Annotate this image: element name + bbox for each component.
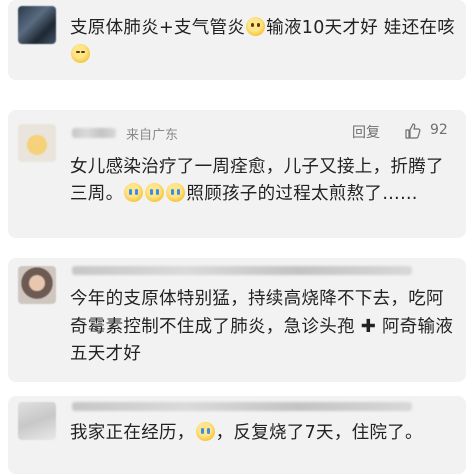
- comment-text-part: ，反复烧了7天，住院了。: [215, 423, 423, 443]
- avatar[interactable]: [18, 6, 56, 44]
- like-count: 92: [430, 122, 448, 138]
- comment-text-part: 照顾孩子的过程太煎熬了……: [186, 184, 418, 204]
- crying-face-icon: [124, 183, 144, 202]
- crying-face-icon: [166, 183, 186, 202]
- heavy-plus-icon: ✚: [360, 316, 377, 337]
- comment-card: 今年的支原体特别猛，持续高烧降不下去，吃阿奇霉素控制不住成了肺炎，急诊头孢 ✚ …: [8, 258, 466, 382]
- avatar[interactable]: [18, 266, 56, 304]
- reply-button[interactable]: 回复: [352, 122, 380, 142]
- username-blurred[interactable]: [72, 402, 412, 411]
- thumbs-up-icon[interactable]: [404, 122, 422, 140]
- dizzy-face-icon: [246, 17, 266, 36]
- comment-text-part: 支原体肺炎+支气管炎: [70, 18, 246, 38]
- username-blurred[interactable]: [72, 266, 412, 275]
- comment-text: 支原体肺炎+支气管炎 输液10天才好 娃还在咳: [70, 15, 456, 69]
- comment-text-part: 我家正在经历，: [70, 423, 195, 443]
- comment-card: 支原体肺炎+支气管炎 输液10天才好 娃还在咳: [8, 0, 466, 80]
- avatar[interactable]: [18, 402, 56, 440]
- crying-face-icon: [145, 183, 165, 202]
- comment-text: 今年的支原体特别猛，持续高烧降不下去，吃阿奇霉素控制不住成了肺炎，急诊头孢 ✚ …: [70, 286, 456, 368]
- comment-card: 来自广东 回复 92 女儿感染治疗了一周痊愈，儿子又接上，折腾了三周。 照顾孩子的…: [8, 110, 466, 238]
- avatar[interactable]: [18, 124, 56, 162]
- username-blurred[interactable]: [72, 128, 116, 138]
- comment-card: 我家正在经历， ，反复烧了7天，住院了。: [8, 396, 466, 474]
- expressionless-face-icon: [71, 44, 90, 63]
- comment-source: 来自广东: [126, 128, 179, 143]
- comment-text: 女儿感染治疗了一周痊愈，儿子又接上，折腾了三周。 照顾孩子的过程太煎熬了……: [70, 154, 456, 208]
- loudly-crying-face-icon: [195, 422, 215, 441]
- comment-text-part: 输液10天才好 娃还在咳: [266, 18, 456, 38]
- comment-text: 我家正在经历， ，反复烧了7天，住院了。: [70, 420, 456, 447]
